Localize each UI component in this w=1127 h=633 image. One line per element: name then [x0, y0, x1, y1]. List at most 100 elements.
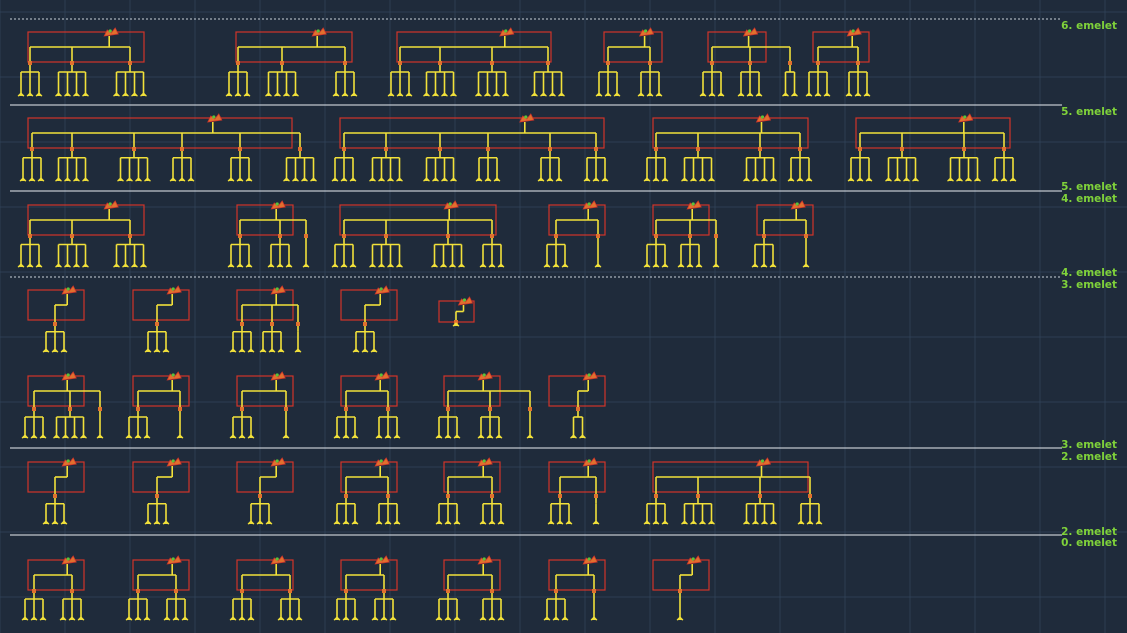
branch-valve	[240, 322, 244, 326]
branch-valve	[296, 322, 300, 326]
riser-accent	[275, 459, 279, 463]
branch-valve	[490, 234, 494, 238]
branch-valve	[304, 234, 308, 238]
pipe-system	[435, 371, 534, 439]
branch-valve	[962, 147, 966, 151]
branch-valve	[30, 147, 34, 151]
riser-accent	[66, 373, 70, 377]
pipe-system	[125, 371, 190, 439]
branch-valve	[696, 147, 700, 151]
branch-valve	[446, 494, 450, 498]
branch-valve	[758, 147, 762, 151]
branch-valve	[446, 234, 450, 238]
branch-valve	[594, 494, 598, 498]
branch-valve	[758, 494, 762, 498]
riser-accent	[275, 202, 279, 206]
branch-valve	[236, 61, 240, 65]
branch-valve	[804, 234, 808, 238]
pipe-system	[229, 371, 294, 439]
branch-valve	[70, 147, 74, 151]
pipe-system	[543, 200, 606, 268]
pipe-system	[548, 371, 606, 439]
branch-valve	[486, 147, 490, 151]
riser-accent	[171, 459, 175, 463]
branch-valve	[490, 589, 494, 593]
riser-accent	[760, 115, 765, 119]
branch-valve	[28, 61, 32, 65]
branch-valve	[128, 234, 132, 238]
riser-accent	[462, 298, 467, 302]
riser-accent	[587, 459, 591, 463]
pipe-system	[547, 457, 606, 525]
branch-valve	[258, 494, 262, 498]
pipe-system	[132, 285, 190, 353]
riser-accent	[963, 115, 967, 119]
branch-valve	[270, 322, 274, 326]
pipe-system	[21, 555, 85, 621]
branch-valve	[1002, 147, 1006, 151]
branch-valve	[398, 61, 402, 65]
branch-valve	[710, 61, 714, 65]
floor-label: 3. emelet	[1061, 279, 1117, 291]
riser-accent	[379, 287, 383, 291]
branch-valve	[558, 494, 562, 498]
branch-valve	[136, 407, 140, 411]
branch-valve	[98, 407, 102, 411]
branch-valve	[748, 61, 752, 65]
branch-valve	[808, 494, 812, 498]
branch-valve	[280, 61, 284, 65]
riser-accent	[851, 29, 855, 33]
branch-valve	[155, 494, 159, 498]
branch-valve	[438, 147, 442, 151]
pipe-system	[229, 555, 303, 621]
branch-valve	[856, 61, 860, 65]
pipe-system	[643, 113, 813, 182]
branch-valve	[554, 589, 558, 593]
branch-valve	[714, 234, 718, 238]
floor-label: 3. emelet	[1061, 439, 1117, 451]
branch-valve	[155, 322, 159, 326]
floor-label: 4. emelet	[1061, 267, 1117, 279]
pipe-system	[17, 27, 147, 97]
branch-valve	[438, 61, 442, 65]
pipe-system	[17, 200, 147, 268]
branch-valve	[900, 147, 904, 151]
branch-valve	[490, 61, 494, 65]
riser-accent	[66, 557, 70, 561]
branch-valve	[132, 147, 136, 151]
branch-valve	[363, 322, 367, 326]
pipe-system	[643, 457, 823, 525]
branch-valve	[788, 61, 792, 65]
pipe-system	[435, 457, 505, 525]
pipe-system	[227, 200, 310, 268]
pipe-system	[331, 200, 505, 268]
branch-valve	[343, 61, 347, 65]
pipe-systems	[17, 27, 1017, 621]
branch-valve	[284, 407, 288, 411]
branch-valve	[342, 147, 346, 151]
branch-valve	[696, 494, 700, 498]
riser-accent	[379, 373, 383, 377]
riser-accent	[275, 373, 279, 377]
riser-accent	[524, 115, 528, 119]
branch-valve	[488, 407, 492, 411]
cad-drawing-canvas[interactable]: 6. emelet 5. emelet 5. emelet 4. emelet …	[0, 0, 1127, 633]
riser-accent	[66, 459, 70, 463]
branch-valve	[342, 234, 346, 238]
branch-valve	[288, 589, 292, 593]
branch-valve	[240, 589, 244, 593]
branch-valve	[648, 61, 652, 65]
riser-accent	[587, 202, 591, 206]
floor-label: 5. emelet	[1061, 181, 1117, 193]
pipe-system	[543, 555, 606, 621]
floor-label: 4. emelet	[1061, 193, 1117, 205]
riser-accent	[379, 557, 383, 561]
riser-accent	[171, 373, 175, 377]
riser-accent	[108, 29, 112, 33]
branch-valve	[816, 61, 820, 65]
pipe-system	[225, 27, 358, 97]
floor-label: 2. emelet	[1061, 451, 1117, 463]
pipe-system	[805, 27, 871, 97]
branch-valve	[240, 407, 244, 411]
branch-valve	[70, 234, 74, 238]
